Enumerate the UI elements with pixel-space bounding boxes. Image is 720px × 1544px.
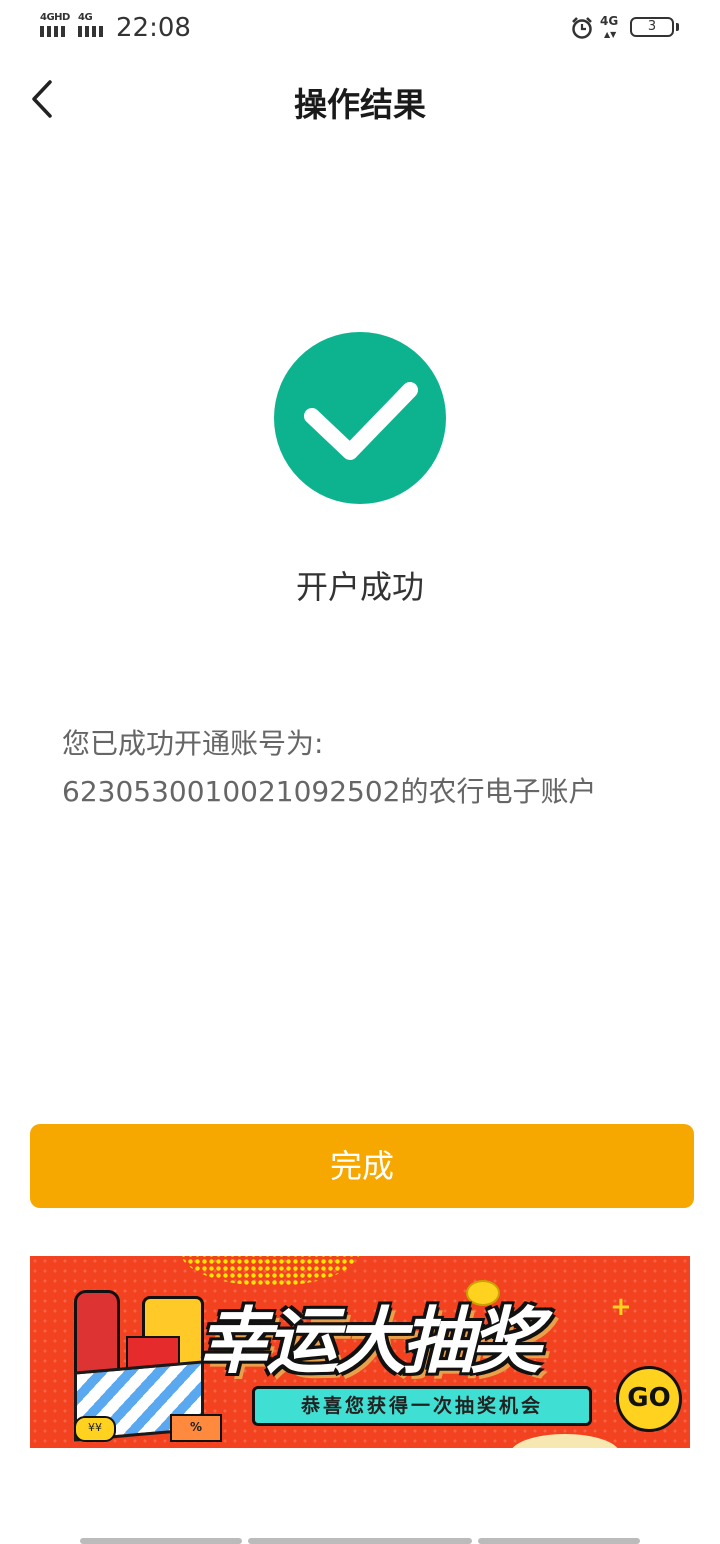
check-circle-icon bbox=[274, 332, 446, 504]
battery-level: 3 bbox=[647, 19, 657, 34]
alarm-icon bbox=[570, 16, 594, 44]
sim1-label: 4GHD bbox=[40, 12, 70, 23]
check-icon bbox=[304, 382, 418, 460]
sim2-label: 4G bbox=[78, 12, 93, 23]
data-activity-icon: ▲▼ bbox=[604, 30, 617, 39]
lottery-banner[interactable]: ¥¥ % + 幸运大抽奖 恭喜您获得一次抽奖机会 GO bbox=[30, 1256, 690, 1448]
go-button[interactable]: GO bbox=[616, 1366, 682, 1432]
nav-bar: 操作结果 bbox=[0, 56, 720, 144]
result-message-line2: 6230530010021092502的农行电子账户 bbox=[62, 775, 597, 808]
nav-indicator-center bbox=[248, 1538, 472, 1544]
sparkle-icon: + bbox=[610, 1292, 632, 1322]
battery-tip bbox=[676, 23, 679, 31]
page-title: 操作结果 bbox=[294, 85, 426, 124]
status-time: 22:08 bbox=[116, 13, 191, 43]
nav-indicator-left bbox=[80, 1538, 242, 1544]
result-status-text: 开户成功 bbox=[295, 568, 424, 606]
banner-subtitle: 恭喜您获得一次抽奖机会 bbox=[252, 1386, 592, 1426]
nav-indicator-right bbox=[478, 1538, 640, 1544]
status-bar: 4GHD 4G 22:08 4G ▲▼ 3 bbox=[0, 0, 720, 56]
network-type: 4G bbox=[600, 14, 619, 28]
bottle-icon bbox=[74, 1290, 120, 1378]
battery-icon: 3 bbox=[630, 17, 674, 37]
coins-icon: ¥¥ bbox=[74, 1416, 116, 1442]
signal-bars-icon bbox=[40, 26, 65, 37]
result-message-line1: 您已成功开通账号为: bbox=[62, 727, 324, 760]
signal-bars-icon bbox=[78, 26, 103, 37]
done-button[interactable]: 完成 bbox=[30, 1124, 694, 1208]
coupon-icon: % bbox=[170, 1414, 222, 1442]
banner-title: 幸运大抽奖 bbox=[198, 1299, 542, 1383]
